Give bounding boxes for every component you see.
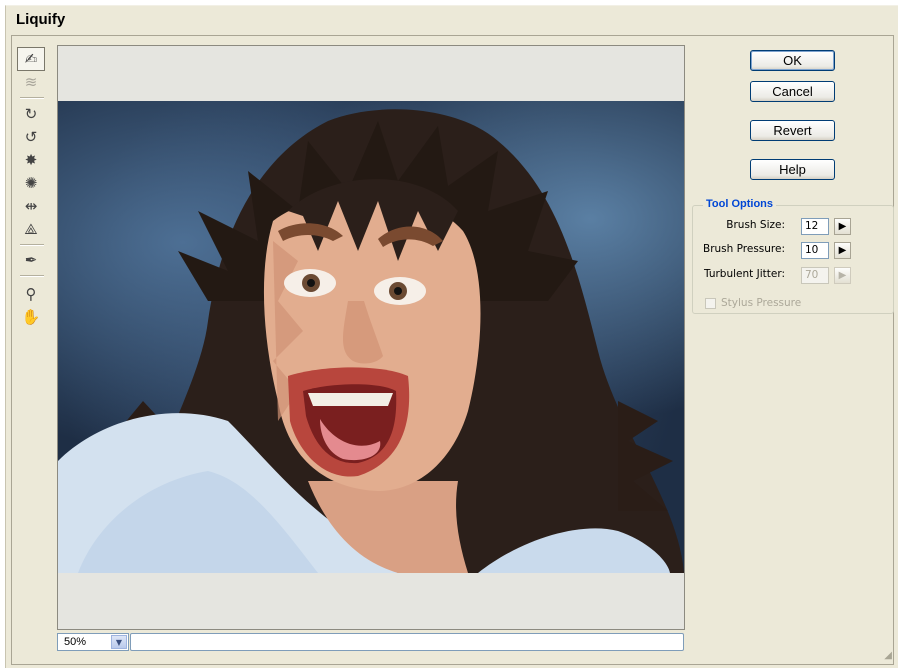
pucker-tool-icon[interactable]: ✸ [18, 149, 44, 171]
preview-image[interactable] [58, 101, 684, 573]
bloat-tool-icon[interactable]: ✺ [18, 172, 44, 194]
turbulence-tool-icon[interactable]: ✒ [18, 249, 44, 271]
cancel-button[interactable]: Cancel [750, 81, 835, 102]
toolbar-divider [20, 275, 44, 277]
ok-button[interactable]: OK [750, 50, 835, 71]
push-left-tool-icon[interactable]: ⇹ [18, 195, 44, 217]
chevron-down-icon[interactable]: ▼ [111, 635, 127, 649]
brush-size-field[interactable]: 12 [801, 218, 829, 235]
title-bar[interactable]: Liquify [6, 6, 898, 32]
toolbar-divider [20, 244, 44, 246]
brush-pressure-label: Brush Pressure: [702, 243, 785, 255]
turbulent-jitter-arrow-icon: ▶ [834, 267, 851, 284]
zoom-level-select[interactable]: 50% ▼ [57, 633, 129, 651]
zoom-tool-icon[interactable]: ⚲ [18, 283, 44, 305]
stylus-pressure-checkbox[interactable] [705, 297, 716, 309]
turbulent-jitter-label: Turbulent Jitter: [704, 268, 785, 280]
brush-size-label: Brush Size: [726, 219, 785, 231]
tool-options-legend: Tool Options [703, 198, 777, 210]
hand-tool-icon[interactable]: ✋ [18, 306, 44, 328]
reconstruct-tool-icon[interactable]: ≋ [18, 71, 44, 93]
brush-pressure-arrow-icon[interactable]: ▶ [834, 242, 851, 259]
zoom-level-value: 50% [64, 636, 87, 648]
twirl-counterclockwise-tool-icon[interactable]: ↺ [18, 126, 44, 148]
brush-size-arrow-icon[interactable]: ▶ [834, 218, 851, 235]
brush-pressure-field[interactable]: 10 [801, 242, 829, 259]
preview-canvas[interactable] [57, 45, 685, 630]
toolbar-divider [20, 97, 44, 99]
stylus-pressure-row: Stylus Pressure [705, 297, 801, 309]
revert-button[interactable]: Revert [750, 120, 835, 141]
resize-grip-icon[interactable]: ◢ [884, 650, 892, 661]
mirror-tool-icon[interactable]: ⟁ [18, 218, 44, 240]
twirl-clockwise-tool-icon[interactable]: ↻ [18, 103, 44, 125]
tool-options-group: Tool Options Brush Size: 12 ▶ Brush Pres… [692, 198, 894, 314]
distorted-portrait [58, 109, 684, 573]
stylus-pressure-label: Stylus Pressure [721, 297, 802, 309]
turbulent-jitter-field: 70 [801, 267, 829, 284]
help-button[interactable]: Help [750, 159, 835, 180]
forward-warp-tool-icon[interactable]: ✍ [17, 47, 45, 71]
dialog-title: Liquify [16, 11, 66, 28]
status-field [130, 633, 684, 651]
